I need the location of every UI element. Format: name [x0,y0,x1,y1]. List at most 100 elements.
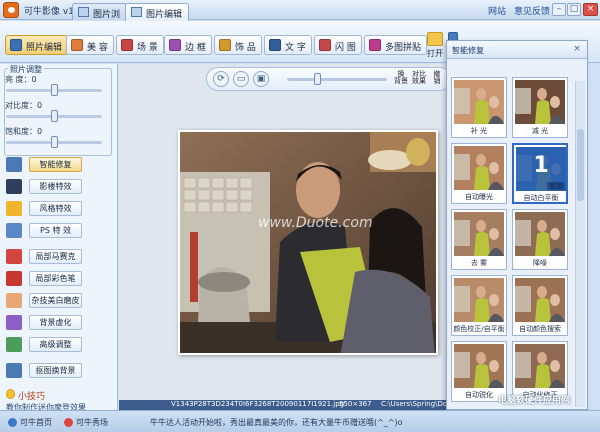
accessory-button[interactable]: 饰 品 [214,35,262,55]
repair-option-tile[interactable]: 降噪 [512,209,568,270]
zoom-slider-thumb[interactable] [314,73,321,85]
repair-option-tile[interactable]: 自动曝光 [451,143,507,204]
scrollbar-thumb[interactable] [577,129,584,201]
brightness-slider[interactable]: 亮 度：0 [4,74,104,98]
magic-icon [6,157,22,172]
menu-button[interactable]: 背景虚化 [29,315,82,330]
thumbnail-image: 1 撤销 [516,147,566,191]
menu-item-3[interactable]: PS 特 效 [4,222,114,240]
website-link[interactable]: 网站 [488,4,506,17]
menu-item-6[interactable]: 杂技美白磨皮 [4,292,114,310]
compare-button[interactable]: 对比 效果 [411,71,427,87]
undo-badge[interactable]: 撤销 [547,182,565,190]
beauty-button[interactable]: 美 容 [66,35,114,55]
home-icon [8,418,17,427]
menu-button[interactable]: 智能修复 [29,157,82,172]
bottom-bar: 可牛首页 可牛秀场 牛牛达人活动开始啦，秀出最真最美的你，还有大量牛币赠送哦(^… [0,410,600,432]
menu-item-4[interactable]: 局部马赛克 [4,248,114,266]
rotate-button[interactable]: ⟳ [213,71,229,87]
tile-label: 降噪 [533,259,547,267]
close-button[interactable]: × [583,3,598,16]
view-control-bar: ⟳ ▭ ▣ 换 背景 对比 效果 撤 销 [206,67,452,91]
tile-label: 去 雾 [470,259,488,267]
undo-button[interactable]: 撤 销 [429,71,445,87]
menu-item-1[interactable]: 影楼特效 [4,178,114,196]
change-background-button[interactable]: 换 背景 [393,71,409,87]
saturation-label: 饱和度：0 [5,127,43,136]
tips-link[interactable]: 教你制作迷你摩登效果 [6,402,86,410]
tab-browse[interactable]: 图片浏 [72,3,128,20]
heart-icon [6,249,22,264]
repair-option-tile[interactable]: 颜色校正/自平衡 [451,275,507,336]
scene-button[interactable]: 场 景 [116,35,164,55]
edited-photo[interactable]: www.Duote.com [178,130,438,355]
overlay-watermark: 电脑软硬件应用网 [498,396,571,406]
maximize-button[interactable]: □ [567,3,581,16]
menu-button[interactable]: 风格特效 [29,201,82,216]
smart-repair-panel: 智能修复 × 补 光 减 光自动曝光 1 撤销 自动白平衡去 雾 降噪颜色校正/自平衡 自动… [446,40,588,410]
open-label: 打开 [427,49,443,58]
left-panel: 照片调整 亮 度：0 对比度：0 饱和度：0 智能修复 影楼特效 风格特效 PS 特 … [0,64,118,410]
photo-watermark: www.Duote.com [258,215,373,231]
accessory-icon [219,39,231,51]
face-icon [71,39,83,51]
saturation-slider[interactable]: 饱和度：0 [4,126,104,150]
news-ticker[interactable]: 牛牛达人活动开始啦，秀出最真最美的你，还有大量牛币赠送哦(^_^)o [150,417,403,428]
palette-icon [6,315,22,330]
folder-icon [427,32,443,46]
home-link[interactable]: 可牛首页 [8,417,52,428]
menu-button[interactable]: 局部马赛克 [29,249,82,264]
slider-thumb[interactable] [50,110,58,122]
panel-header: 智能修复 × [447,41,587,59]
open-button[interactable]: 打开 [423,32,447,62]
menu-item-0[interactable]: 智能修复 [4,156,114,174]
thumbnail-image [454,212,504,256]
title-bar: 可牛影像 v1.9.4.1001 图片浏 图片编辑 网站 意见反馈 – □ × [0,0,600,21]
menu-button[interactable]: 杂技美白磨皮 [29,293,82,308]
slider-thumb[interactable] [50,136,58,148]
photo-edit-button[interactable]: 照片编辑 [5,35,69,55]
menu-item-8[interactable]: 高级调整 [4,336,114,354]
image-status-line: V1343P28T3D234T0I6F3268T20090117I1921.jp… [119,400,446,410]
scene-icon [121,39,133,51]
photo-scene: www.Duote.com [180,132,436,353]
image-icon [78,7,89,17]
menu-item-5[interactable]: 局部彩色笔 [4,270,114,288]
menu-button[interactable]: 抠图换背景 [29,363,82,378]
text-button[interactable]: 文 字 [264,35,312,55]
slider-thumb[interactable] [50,84,58,96]
menu-item-9[interactable]: 抠图换背景 [4,362,114,380]
flash-button[interactable]: 闪 图 [314,35,362,55]
menu-item-7[interactable]: 背景虚化 [4,314,114,332]
frame-button[interactable]: 边 框 [164,35,212,55]
thumbnail-image [515,212,565,256]
menu-button[interactable]: 局部彩色笔 [29,271,82,286]
fit-screen-button[interactable]: ▭ [233,71,249,87]
collage-button[interactable]: 多图拼贴 [364,35,428,55]
file-path: C:\Users\Spring\Documents... [381,400,446,408]
repair-option-tile[interactable]: 自动颜色搜索 [512,275,568,336]
tile-label: 减 光 [531,127,549,135]
repair-option-tile[interactable]: 补 光 [451,77,507,138]
thumbnail-image [454,344,504,388]
menu-button[interactable]: PS 特 效 [29,223,82,238]
tab-edit-label: 图片编辑 [146,10,183,20]
repair-option-tile[interactable]: 1 撤销 自动白平衡 [512,143,568,204]
panel-scrollbar[interactable] [575,81,585,407]
menu-button[interactable]: 高级调整 [29,337,82,352]
contrast-slider[interactable]: 对比度：0 [4,100,104,124]
menu-item-2[interactable]: 风格特效 [4,200,114,218]
minimize-button[interactable]: – [552,3,566,16]
tile-label: 颜色校正/自平衡 [453,325,505,333]
repair-option-tile[interactable]: 去 雾 [451,209,507,270]
actual-size-button[interactable]: ▣ [253,71,269,87]
show-link[interactable]: 可牛秀场 [64,417,108,428]
menu-button[interactable]: 影楼特效 [29,179,82,194]
pen-icon [6,271,22,286]
panel-close-icon[interactable]: × [571,44,583,56]
thumbnail-image [515,344,565,388]
repair-option-tile[interactable]: 减 光 [512,77,568,138]
bulb-icon [6,389,15,399]
tab-edit[interactable]: 图片编辑 [125,3,190,21]
feedback-link[interactable]: 意见反馈 [514,4,550,17]
